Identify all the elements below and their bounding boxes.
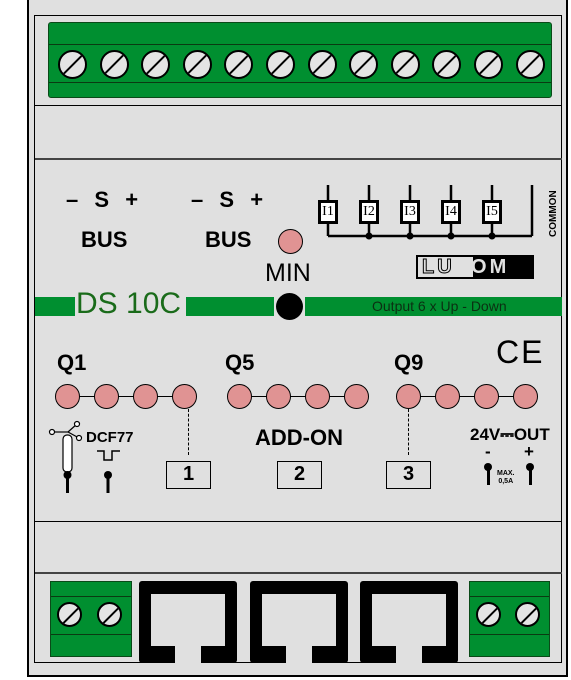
panel-divider [35, 572, 562, 574]
bus2-label: BUS [205, 227, 252, 252]
rj45-port-1[interactable] [139, 581, 237, 663]
led-connector-line [67, 396, 184, 397]
model-stripe [186, 297, 274, 316]
description-stripe: Output 6 x Up - Down [305, 297, 562, 316]
output-group-q1: Q1 [57, 350, 87, 375]
addon-label: ADD-ON [255, 425, 343, 450]
power-minus-terminal-icon [484, 463, 492, 485]
panel-divider [35, 158, 562, 160]
input-I5: I5 [482, 200, 502, 224]
min-label: MIN [265, 259, 311, 287]
addon-port-3: 3 [386, 461, 431, 489]
addon-link-3 [408, 409, 409, 455]
output-led-q5-1 [227, 384, 252, 409]
output-led-q9-2 [435, 384, 460, 409]
output-led-q9-3 [474, 384, 499, 409]
screw-icon[interactable] [349, 50, 379, 79]
bus2-plus: + [250, 187, 264, 212]
bus1-label: BUS [81, 227, 128, 252]
screw-icon[interactable] [224, 50, 254, 79]
min-led [278, 229, 303, 254]
luxom-logo: LUXOM [416, 255, 534, 279]
ce-mark: CE [496, 334, 545, 370]
top-terminal-block [48, 22, 552, 98]
bus1-signal: S [94, 187, 110, 212]
screw-icon[interactable] [57, 602, 82, 627]
power-out-label: 24V⎓OUT [470, 425, 550, 445]
panel-divider [35, 105, 562, 106]
bus1-polarity: – S + [66, 187, 138, 213]
bus1-minus: – [66, 187, 79, 212]
device-front-panel [34, 15, 562, 663]
min-knob[interactable] [276, 293, 303, 320]
brand-text: LUXOM [422, 256, 510, 278]
max-label: MAX. [497, 470, 515, 477]
screw-icon[interactable] [266, 50, 295, 79]
input-I2: I2 [359, 200, 379, 224]
screw-icon[interactable] [141, 50, 171, 79]
dc-symbol-icon: ⎓ [500, 425, 514, 444]
input-I4: I4 [441, 200, 461, 224]
model-stripe [35, 297, 75, 316]
rj45-port-2[interactable] [250, 581, 348, 663]
output-led-q1-3 [133, 384, 158, 409]
bus2-signal: S [219, 187, 235, 212]
screw-icon[interactable] [307, 50, 337, 79]
output-led-q1-4 [172, 384, 197, 409]
max-value: 0,5A [498, 478, 514, 485]
max-current-label: MAX. 0,5A [497, 470, 515, 486]
screw-icon[interactable] [390, 50, 420, 79]
led-connector-line [239, 396, 356, 397]
output-led-q9-4 [513, 384, 538, 409]
output-led-q9-1 [396, 384, 421, 409]
rj45-port-3[interactable] [360, 581, 458, 663]
screw-icon[interactable] [474, 50, 503, 79]
bus1-plus: + [125, 187, 139, 212]
output-led-q1-1 [55, 384, 80, 409]
bus2-polarity: – S + [191, 187, 263, 213]
screw-icon[interactable] [515, 50, 545, 79]
power-plus-terminal-icon [526, 463, 534, 485]
screw-icon[interactable] [182, 50, 212, 79]
power-minus: - [485, 442, 491, 461]
bottom-right-terminal-block [469, 581, 550, 657]
addon-port-2: 2 [277, 461, 322, 489]
input-I1: I1 [318, 200, 338, 224]
addon-link-1 [188, 409, 189, 455]
anemometer-icon [48, 420, 83, 493]
screw-icon[interactable] [99, 50, 129, 79]
output-led-q5-2 [266, 384, 291, 409]
screw-icon[interactable] [58, 50, 87, 79]
output-group-q5: Q5 [225, 350, 255, 375]
screw-icon[interactable] [97, 602, 122, 627]
dcf77-label: DCF77 [86, 429, 134, 446]
output-led-q1-2 [94, 384, 119, 409]
input-I3: I3 [400, 200, 420, 224]
device-description: Output 6 x Up - Down [372, 298, 507, 314]
screw-icon[interactable] [515, 602, 540, 627]
power-plus: + [524, 442, 534, 461]
screw-icon[interactable] [432, 50, 462, 79]
output-led-q5-4 [344, 384, 369, 409]
output-led-q5-3 [305, 384, 330, 409]
dcf77-pulse-icon [97, 450, 120, 493]
bus2-minus: – [191, 187, 204, 212]
addon-port-1: 1 [166, 461, 211, 489]
common-label: COMMON [548, 190, 559, 237]
output-group-q9: Q9 [394, 350, 424, 375]
model-name: DS 10C [76, 287, 182, 320]
inputs-diagram [326, 185, 534, 240]
led-connector-line [408, 396, 525, 397]
panel-divider [35, 521, 562, 522]
bottom-left-terminal-block [50, 581, 132, 657]
screw-icon[interactable] [476, 602, 501, 627]
